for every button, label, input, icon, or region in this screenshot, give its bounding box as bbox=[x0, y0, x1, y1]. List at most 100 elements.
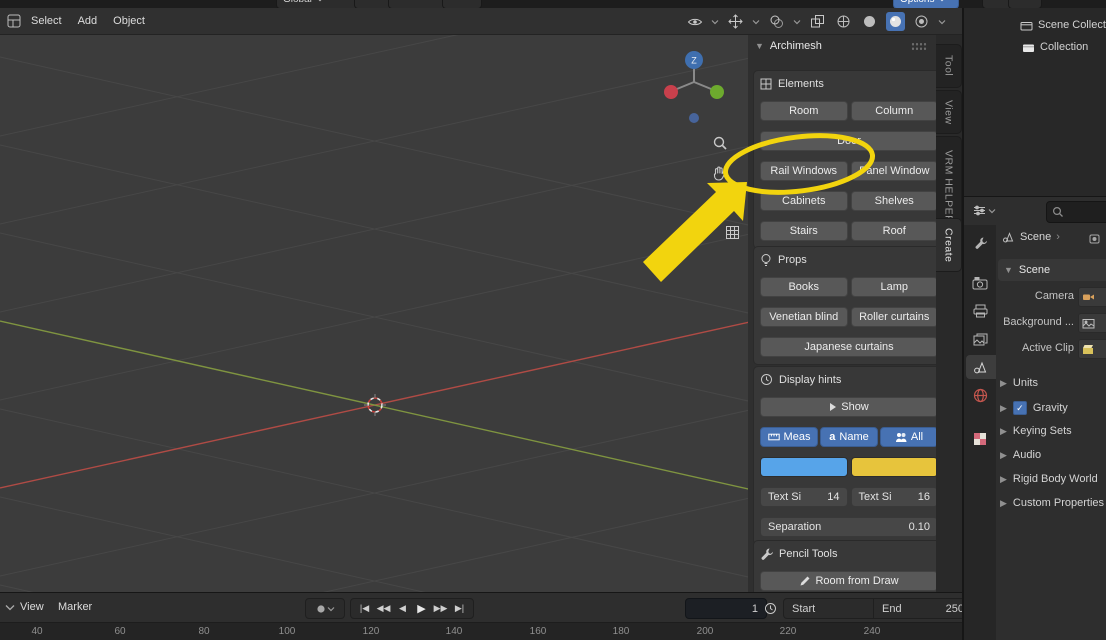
rigid-body-world-subpanel[interactable]: ▶ Rigid Body World bbox=[1000, 473, 1098, 485]
background-field[interactable] bbox=[1078, 313, 1106, 333]
next-keyframe-button[interactable]: ▶▶ bbox=[432, 600, 450, 617]
gravity-checkbox[interactable]: ✓ bbox=[1012, 401, 1027, 415]
door-button[interactable]: Door bbox=[760, 131, 936, 151]
menu-add[interactable]: Add bbox=[70, 15, 106, 27]
current-frame-field[interactable]: 1 bbox=[685, 598, 767, 619]
stairs-button[interactable]: Stairs bbox=[760, 221, 848, 241]
tab-view[interactable]: View bbox=[936, 90, 962, 134]
scene-properties-tab[interactable] bbox=[971, 358, 989, 376]
outliner-display-widget[interactable] bbox=[1008, 0, 1042, 8]
texture-properties-tab[interactable] bbox=[971, 430, 989, 448]
all-toggle[interactable]: All bbox=[880, 427, 936, 447]
jump-to-start-button[interactable]: |◀ bbox=[356, 600, 374, 617]
audio-subpanel[interactable]: ▶ Audio bbox=[1000, 449, 1041, 461]
editor-type-icon[interactable] bbox=[4, 12, 23, 31]
gravity-subpanel[interactable]: ▶ ✓ Gravity bbox=[1000, 401, 1068, 415]
archimesh-panel-header[interactable]: ▼ Archimesh bbox=[755, 40, 927, 52]
options-dropdown[interactable]: Options bbox=[893, 0, 959, 8]
menu-select[interactable]: Select bbox=[23, 15, 70, 27]
search-input[interactable] bbox=[1046, 201, 1106, 223]
sidebar-tabs: Tool View VRM HELPER Create bbox=[936, 34, 962, 592]
gizmo-neg-z-dot bbox=[689, 113, 699, 123]
panel-grip-icon[interactable] bbox=[911, 41, 927, 51]
output-properties-tab[interactable] bbox=[971, 302, 989, 320]
snap-magnet-widget[interactable] bbox=[388, 0, 448, 8]
chevron-down-icon[interactable] bbox=[793, 19, 801, 25]
background-label: Background ... bbox=[1003, 316, 1074, 328]
column-button[interactable]: Column bbox=[850, 101, 936, 121]
proportional-edit-widget[interactable] bbox=[442, 0, 482, 8]
timeline-menu-view[interactable]: View bbox=[20, 601, 44, 613]
ortho-grid-icon[interactable] bbox=[723, 223, 742, 242]
room-button[interactable]: Room bbox=[760, 101, 848, 121]
auto-keying-button[interactable] bbox=[305, 598, 345, 619]
tool-properties-tab[interactable] bbox=[971, 233, 989, 251]
meas-toggle[interactable]: Meas bbox=[760, 427, 818, 447]
tab-create[interactable]: Create bbox=[936, 218, 962, 272]
xray-toggle-icon[interactable] bbox=[808, 12, 827, 31]
shading-material-icon[interactable] bbox=[886, 12, 905, 31]
chevron-down-icon[interactable] bbox=[938, 19, 946, 25]
camera-field[interactable] bbox=[1078, 287, 1106, 307]
name-toggle[interactable]: a Name bbox=[820, 427, 878, 447]
shading-wireframe-icon[interactable] bbox=[834, 12, 853, 31]
show-button[interactable]: Show bbox=[760, 397, 936, 417]
timeline-menu-marker[interactable]: Marker bbox=[58, 601, 92, 613]
camera-view-icon[interactable] bbox=[723, 195, 742, 214]
pin-icon[interactable] bbox=[1086, 229, 1105, 248]
text-size-field-2[interactable]: Text Si 16 bbox=[850, 487, 936, 507]
keying-sets-subpanel[interactable]: ▶ Keying Sets bbox=[1000, 425, 1072, 437]
roller-curtains-button[interactable]: Roller curtains bbox=[850, 307, 936, 327]
collection-icon bbox=[1023, 44, 1034, 52]
lamp-button[interactable]: Lamp bbox=[850, 277, 936, 297]
shelves-button[interactable]: Shelves bbox=[850, 191, 936, 211]
timeline-ruler[interactable]: 40 60 80 100 120 140 160 180 200 220 240 bbox=[0, 622, 962, 640]
view-layer-properties-tab[interactable] bbox=[971, 330, 989, 348]
roof-button[interactable]: Roof bbox=[850, 221, 936, 241]
world-properties-tab[interactable] bbox=[971, 386, 989, 404]
editor-type-icon[interactable] bbox=[970, 201, 989, 220]
navigation-gizmo[interactable]: Z bbox=[652, 40, 736, 130]
venetian-blind-button[interactable]: Venetian blind bbox=[760, 307, 848, 327]
viewport-3d[interactable]: Select Add Object Z ▼ Archimesh Elements… bbox=[0, 8, 962, 592]
pencil-tools-title: Pencil Tools bbox=[779, 547, 838, 560]
zoom-tool-icon[interactable] bbox=[710, 133, 729, 152]
render-properties-tab[interactable] bbox=[971, 274, 989, 292]
rail-windows-button[interactable]: Rail Windows bbox=[760, 161, 848, 181]
gizmos-icon[interactable] bbox=[726, 12, 745, 31]
text-size-field-1[interactable]: Text Si 14 bbox=[760, 487, 848, 507]
books-button[interactable]: Books bbox=[760, 277, 848, 297]
name-color-swatch[interactable] bbox=[850, 457, 936, 477]
custom-properties-subpanel[interactable]: ▶ Custom Properties bbox=[1000, 497, 1104, 509]
move-view-hand-icon[interactable] bbox=[710, 163, 729, 182]
separation-field[interactable]: Separation 0.10 bbox=[760, 517, 936, 537]
cabinets-button[interactable]: Cabinets bbox=[760, 191, 848, 211]
scene-collection-row[interactable]: Scene Collection bbox=[1020, 19, 1106, 31]
room-from-draw-button[interactable]: Room from Draw bbox=[760, 571, 936, 591]
editor-type-chevron-icon[interactable] bbox=[5, 604, 15, 611]
chevron-down-icon[interactable] bbox=[752, 19, 760, 25]
visibility-eye-icon[interactable] bbox=[685, 12, 704, 31]
shading-rendered-icon[interactable] bbox=[912, 12, 931, 31]
breadcrumb[interactable]: Scene › bbox=[1002, 231, 1060, 243]
chevron-down-icon[interactable] bbox=[711, 19, 719, 25]
measure-color-swatch[interactable] bbox=[760, 457, 848, 477]
active-clip-field[interactable] bbox=[1078, 339, 1106, 359]
playback-controls: |◀ ◀◀ ◀ ▶ ▶▶ ▶| bbox=[350, 598, 474, 619]
units-subpanel[interactable]: ▶ Units bbox=[1000, 377, 1038, 389]
chevron-down-icon[interactable] bbox=[988, 208, 996, 214]
collection-row[interactable]: Collection bbox=[1022, 41, 1088, 53]
transform-orientation-dropdown[interactable]: Global bbox=[276, 0, 360, 8]
shading-solid-icon[interactable] bbox=[860, 12, 879, 31]
overlays-icon[interactable] bbox=[767, 12, 786, 31]
japanese-curtains-button[interactable]: Japanese curtains bbox=[760, 337, 936, 357]
prev-keyframe-button[interactable]: ◀◀ bbox=[375, 600, 393, 617]
panel-window-button[interactable]: Panel Window bbox=[850, 161, 936, 181]
menu-object[interactable]: Object bbox=[105, 15, 153, 27]
play-button[interactable]: ▶ bbox=[413, 600, 431, 617]
scene-panel-header[interactable]: ▼ Scene bbox=[998, 259, 1106, 281]
tab-tool[interactable]: Tool bbox=[936, 44, 962, 88]
prev-frame-button[interactable]: ◀ bbox=[394, 600, 412, 617]
jump-to-end-button[interactable]: ▶| bbox=[451, 600, 469, 617]
frame-end-field[interactable]: End250 bbox=[873, 598, 962, 619]
